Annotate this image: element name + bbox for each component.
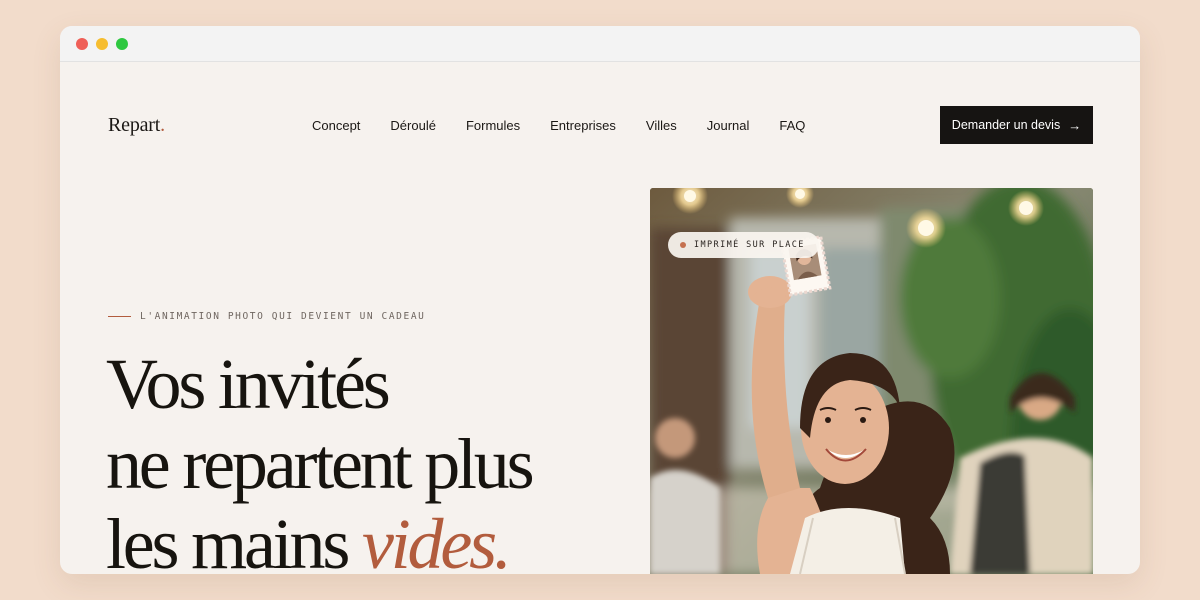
minimize-window-button[interactable] <box>96 38 108 50</box>
close-window-button[interactable] <box>76 38 88 50</box>
headline-accent: vides. <box>361 504 512 574</box>
nav-item-journal[interactable]: Journal <box>707 118 750 133</box>
nav-item-concept[interactable]: Concept <box>312 118 360 133</box>
nav-item-formules[interactable]: Formules <box>466 118 520 133</box>
request-quote-label: Demander un devis <box>951 118 1061 132</box>
nav-item-entreprises[interactable]: Entreprises <box>550 118 616 133</box>
browser-window: Repart. Concept Déroulé Formules Entrepr… <box>60 26 1140 574</box>
nav-item-faq[interactable]: FAQ <box>779 118 805 133</box>
request-quote-button[interactable]: Demander un devis → <box>940 106 1093 144</box>
eyebrow-rule <box>108 316 131 317</box>
brand-logo[interactable]: Repart. <box>108 114 165 137</box>
headline-line-3: les mains vides. <box>106 504 531 574</box>
main-nav: Concept Déroulé Formules Entreprises Vil… <box>312 118 805 133</box>
headline-line-3-prefix: les mains <box>106 504 362 574</box>
window-titlebar <box>60 26 1140 62</box>
badge-label: Imprimé sur place <box>694 240 805 250</box>
status-dot-icon <box>680 242 686 248</box>
headline-line-1: Vos invités <box>106 344 391 424</box>
landing-page: Repart. Concept Déroulé Formules Entrepr… <box>60 62 1140 574</box>
headline-line-2: ne repartent plus <box>106 424 535 504</box>
brand-name: Repart <box>108 114 161 136</box>
hero-eyebrow: L'animation photo qui devient un cadeau <box>108 311 425 322</box>
hero-headline: Vos invités ne repartent plus les mains … <box>106 344 535 574</box>
nav-item-villes[interactable]: Villes <box>646 118 677 133</box>
brand-dot: . <box>160 114 165 136</box>
maximize-window-button[interactable] <box>116 38 128 50</box>
arrow-right-icon: → <box>1068 117 1082 133</box>
eyebrow-text: L'animation photo qui devient un cadeau <box>140 311 426 322</box>
nav-item-deroule[interactable]: Déroulé <box>390 118 436 133</box>
printed-on-site-badge: Imprimé sur place <box>668 232 819 258</box>
